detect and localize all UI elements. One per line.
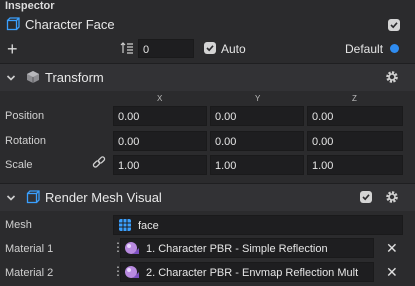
mesh-grid-icon xyxy=(118,218,132,235)
material-1-field[interactable]: 1. Character PBR - Simple Reflection xyxy=(120,238,374,258)
chevron-down-icon[interactable] xyxy=(6,192,16,202)
transform-title: Transform xyxy=(45,70,104,85)
material-icon xyxy=(124,241,140,258)
material-1-label: Material 1 xyxy=(5,243,54,255)
rotation-y-input[interactable]: 0.00 xyxy=(210,131,304,151)
material-2-label: Material 2 xyxy=(5,267,54,279)
material-icon xyxy=(124,265,140,282)
remove-material-2-icon[interactable]: ✕ xyxy=(386,264,398,281)
gear-icon[interactable] xyxy=(385,190,399,207)
axis-y-label: Y xyxy=(255,94,261,103)
render-mesh-enabled-checkbox[interactable] xyxy=(360,191,372,203)
chevron-down-icon[interactable] xyxy=(6,72,16,82)
material-2-field[interactable]: 2. Character PBR - Envmap Reflection Mul… xyxy=(120,262,374,282)
scale-z-input[interactable]: 1.00 xyxy=(307,155,403,175)
object-header: Character Face xyxy=(0,12,415,38)
rotation-z-input[interactable]: 0.00 xyxy=(307,131,403,151)
position-x-input[interactable]: 0.00 xyxy=(113,106,207,126)
layer-label[interactable]: Default xyxy=(345,42,383,56)
axis-x-label: X xyxy=(157,94,163,103)
scale-x-input[interactable]: 1.00 xyxy=(113,155,207,175)
position-label: Position xyxy=(5,110,45,122)
render-order-input[interactable]: 0 xyxy=(138,39,194,58)
axis-z-label: Z xyxy=(352,94,357,103)
auto-checkbox[interactable] xyxy=(204,42,216,54)
layer-row: + 0 Auto Default xyxy=(0,38,415,60)
scene-object-icon xyxy=(6,17,20,31)
scale-label: Scale xyxy=(5,159,33,171)
scale-y-input[interactable]: 1.00 xyxy=(210,155,304,175)
rotation-label: Rotation xyxy=(5,135,46,147)
remove-material-1-icon[interactable]: ✕ xyxy=(386,240,398,257)
object-enabled-checkbox[interactable] xyxy=(388,19,400,31)
render-mesh-icon xyxy=(26,190,40,207)
mesh-field[interactable]: face xyxy=(113,215,403,235)
panel-title: Inspector xyxy=(5,0,55,12)
render-mesh-title: Render Mesh Visual xyxy=(45,190,162,205)
position-y-input[interactable]: 0.00 xyxy=(210,106,304,126)
transform-header[interactable]: Transform xyxy=(0,63,415,91)
auto-label: Auto xyxy=(221,42,246,56)
link-icon[interactable] xyxy=(92,156,106,173)
render-order-icon xyxy=(120,42,134,57)
render-mesh-visual-header[interactable]: Render Mesh Visual xyxy=(0,183,415,211)
rotation-x-input[interactable]: 0.00 xyxy=(113,131,207,151)
position-z-input[interactable]: 0.00 xyxy=(307,106,403,126)
transform-icon xyxy=(26,70,40,87)
layer-color-dot[interactable] xyxy=(390,44,399,53)
object-name[interactable]: Character Face xyxy=(25,17,115,32)
add-component-icon[interactable]: + xyxy=(7,40,18,58)
mesh-label: Mesh xyxy=(5,219,32,231)
gear-icon[interactable] xyxy=(385,70,399,87)
